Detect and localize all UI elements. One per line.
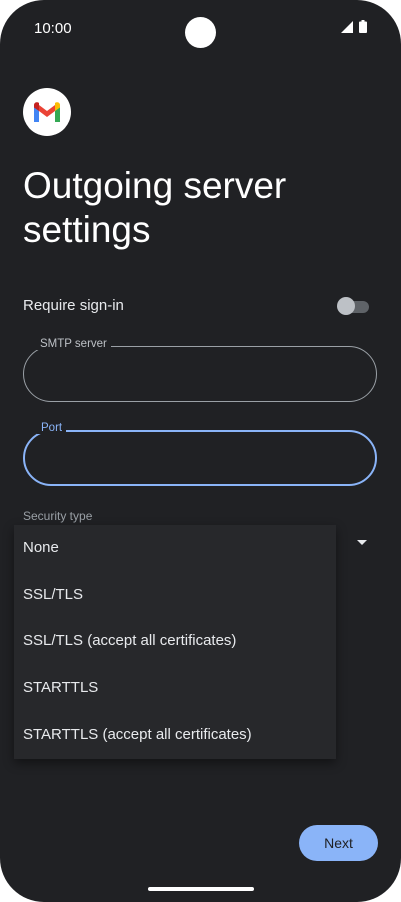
port-input[interactable] bbox=[43, 446, 357, 474]
menu-item-ssl-tls-accept-all[interactable]: SSL/TLS (accept all certificates) bbox=[23, 618, 323, 664]
toggle-thumb bbox=[337, 297, 355, 315]
battery-icon bbox=[359, 20, 367, 33]
port-field[interactable]: Port bbox=[23, 422, 377, 486]
status-icons bbox=[341, 20, 367, 33]
page-title: Outgoing server settings bbox=[23, 165, 287, 250]
smtp-server-label: SMTP server bbox=[36, 338, 111, 350]
status-bar: 10:00 bbox=[0, 0, 401, 56]
menu-item-starttls[interactable]: STARTTLS bbox=[23, 665, 323, 711]
phone-screen: 10:00 Outgoing server settings Require s… bbox=[0, 0, 401, 902]
security-type-menu: None SSL/TLS SSL/TLS (accept all certifi… bbox=[14, 525, 336, 759]
dropdown-arrow-icon[interactable] bbox=[357, 540, 367, 545]
require-signin-row[interactable]: Require sign-in bbox=[23, 292, 369, 320]
signal-icon bbox=[341, 20, 353, 33]
status-time: 10:00 bbox=[34, 20, 72, 37]
gmail-logo-icon bbox=[23, 88, 71, 136]
require-signin-label: Require sign-in bbox=[23, 297, 124, 314]
next-button[interactable]: Next bbox=[299, 825, 378, 861]
menu-item-starttls-accept-all[interactable]: STARTTLS (accept all certificates) bbox=[23, 712, 323, 758]
home-indicator[interactable] bbox=[148, 887, 254, 891]
smtp-server-field[interactable]: SMTP server bbox=[23, 338, 377, 402]
smtp-server-input[interactable] bbox=[42, 361, 356, 389]
menu-item-none[interactable]: None bbox=[23, 525, 323, 571]
require-signin-toggle[interactable] bbox=[337, 296, 369, 316]
menu-item-ssl-tls[interactable]: SSL/TLS bbox=[23, 572, 323, 618]
security-type-label: Security type bbox=[23, 509, 93, 523]
camera-cutout bbox=[185, 17, 216, 48]
port-label: Port bbox=[37, 422, 67, 434]
